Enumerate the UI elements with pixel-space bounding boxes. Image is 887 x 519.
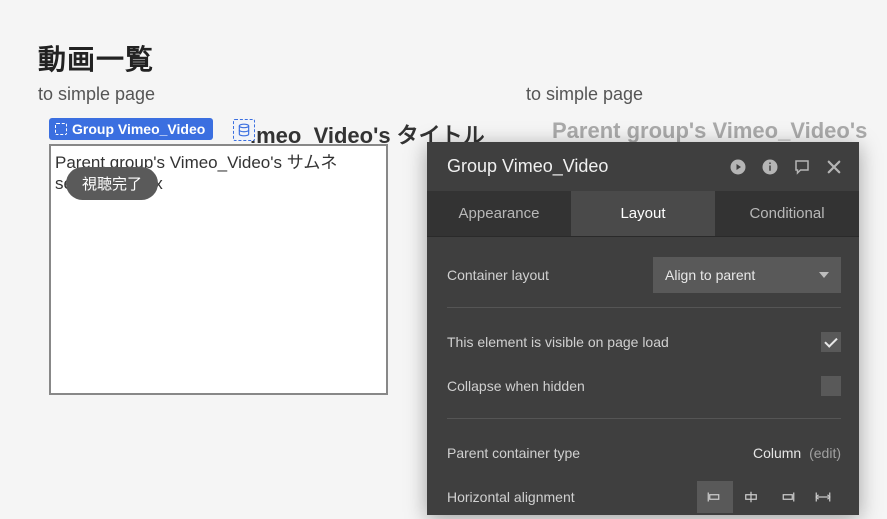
watched-badge: 視聴完了 (66, 167, 158, 200)
parent-container-edit-link[interactable]: (edit) (809, 445, 841, 461)
align-stretch-button[interactable] (805, 481, 841, 513)
panel-tabs: Appearance Layout Conditional (427, 191, 859, 237)
database-glyph-icon (237, 123, 251, 137)
panel-header: Group Vimeo_Video (427, 142, 859, 191)
group-dashed-icon (55, 123, 67, 135)
parent-container-type-value: Column (753, 445, 801, 461)
selection-label[interactable]: Group Vimeo_Video (49, 118, 213, 140)
selection-label-text: Group Vimeo_Video (72, 121, 205, 137)
container-layout-value: Align to parent (665, 267, 755, 283)
separator (447, 418, 841, 419)
tab-appearance[interactable]: Appearance (427, 191, 571, 236)
chevron-down-icon (819, 272, 829, 278)
horizontal-alignment-label: Horizontal alignment (447, 489, 697, 505)
link-simple-page-right[interactable]: to simple page (526, 84, 643, 105)
video-title-right: Parent group's Vimeo_Video's (552, 118, 867, 144)
close-icon[interactable] (825, 158, 843, 176)
link-simple-page-left[interactable]: to simple page (38, 84, 155, 105)
comment-icon[interactable] (793, 158, 811, 176)
container-layout-dropdown[interactable]: Align to parent (653, 257, 841, 293)
separator (447, 307, 841, 308)
visible-on-load-checkbox[interactable] (821, 332, 841, 352)
info-icon[interactable] (761, 158, 779, 176)
parent-container-type-label: Parent container type (447, 445, 753, 461)
panel-title: Group Vimeo_Video (447, 156, 719, 177)
database-icon[interactable] (233, 119, 255, 141)
visible-on-load-label: This element is visible on page load (447, 334, 821, 350)
play-icon[interactable] (729, 158, 747, 176)
tab-layout[interactable]: Layout (571, 191, 715, 236)
page-title: 動画一覧 (38, 38, 154, 78)
align-center-button[interactable] (733, 481, 769, 513)
align-right-button[interactable] (769, 481, 805, 513)
container-layout-label: Container layout (447, 267, 653, 283)
tab-conditional[interactable]: Conditional (715, 191, 859, 236)
horizontal-alignment-segment (697, 481, 841, 513)
collapse-when-hidden-label: Collapse when hidden (447, 378, 821, 394)
collapse-when-hidden-checkbox[interactable] (821, 376, 841, 396)
property-panel: Group Vimeo_Video Appearance Layout Cond… (427, 142, 859, 515)
align-left-button[interactable] (697, 481, 733, 513)
